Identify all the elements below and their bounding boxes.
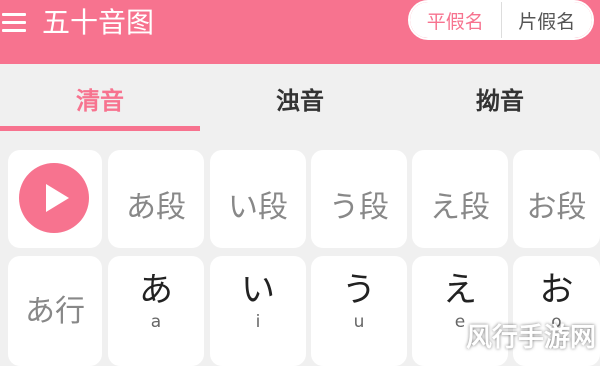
- gyou-label: あ行: [25, 294, 85, 329]
- kana-cell[interactable]: い i: [210, 256, 306, 366]
- gyou-cell-a[interactable]: あ行: [8, 256, 102, 366]
- play-icon: [46, 184, 69, 212]
- play-button[interactable]: [19, 163, 89, 233]
- dan-cell-e[interactable]: え段: [412, 150, 508, 248]
- tab-dakuon[interactable]: 浊音: [200, 64, 400, 132]
- tab-seion[interactable]: 清音: [0, 64, 200, 132]
- romaji-label: u: [353, 312, 365, 332]
- play-cell[interactable]: [8, 150, 102, 248]
- menu-icon[interactable]: [2, 13, 26, 33]
- dan-cell-a[interactable]: あ段: [108, 150, 204, 248]
- tab-bar: 清音 浊音 拗音: [0, 64, 600, 132]
- dan-label: い段: [228, 190, 288, 225]
- app-title: 五十音图: [42, 6, 155, 39]
- top-app-bar: 五十音图 平假名 片假名: [0, 0, 600, 64]
- watermark: 风行手游网: [465, 323, 596, 353]
- kana-type-toggle[interactable]: 平假名 片假名: [408, 0, 594, 40]
- kana-cell[interactable]: う u: [311, 256, 407, 366]
- dan-cell-o[interactable]: お段: [513, 150, 600, 248]
- hiragana-toggle-button[interactable]: 平假名: [410, 2, 501, 38]
- katakana-toggle-button[interactable]: 片假名: [500, 2, 592, 38]
- tab-youon[interactable]: 拗音: [400, 64, 600, 132]
- kana-character: い: [241, 270, 275, 310]
- kana-character: え: [443, 270, 477, 310]
- kana-character: う: [342, 270, 376, 310]
- active-tab-indicator: [0, 126, 200, 131]
- dan-label: お段: [526, 190, 587, 225]
- kana-character: お: [539, 270, 574, 310]
- dan-label: え段: [430, 190, 490, 225]
- romaji-label: a: [150, 312, 162, 332]
- dan-cell-u[interactable]: う段: [311, 150, 407, 248]
- kana-cell[interactable]: あ a: [108, 256, 204, 366]
- romaji-label: i: [255, 312, 261, 332]
- dan-label: あ段: [126, 190, 186, 225]
- dan-label: う段: [329, 190, 389, 225]
- dan-cell-i[interactable]: い段: [210, 150, 306, 248]
- kana-character: あ: [139, 270, 173, 310]
